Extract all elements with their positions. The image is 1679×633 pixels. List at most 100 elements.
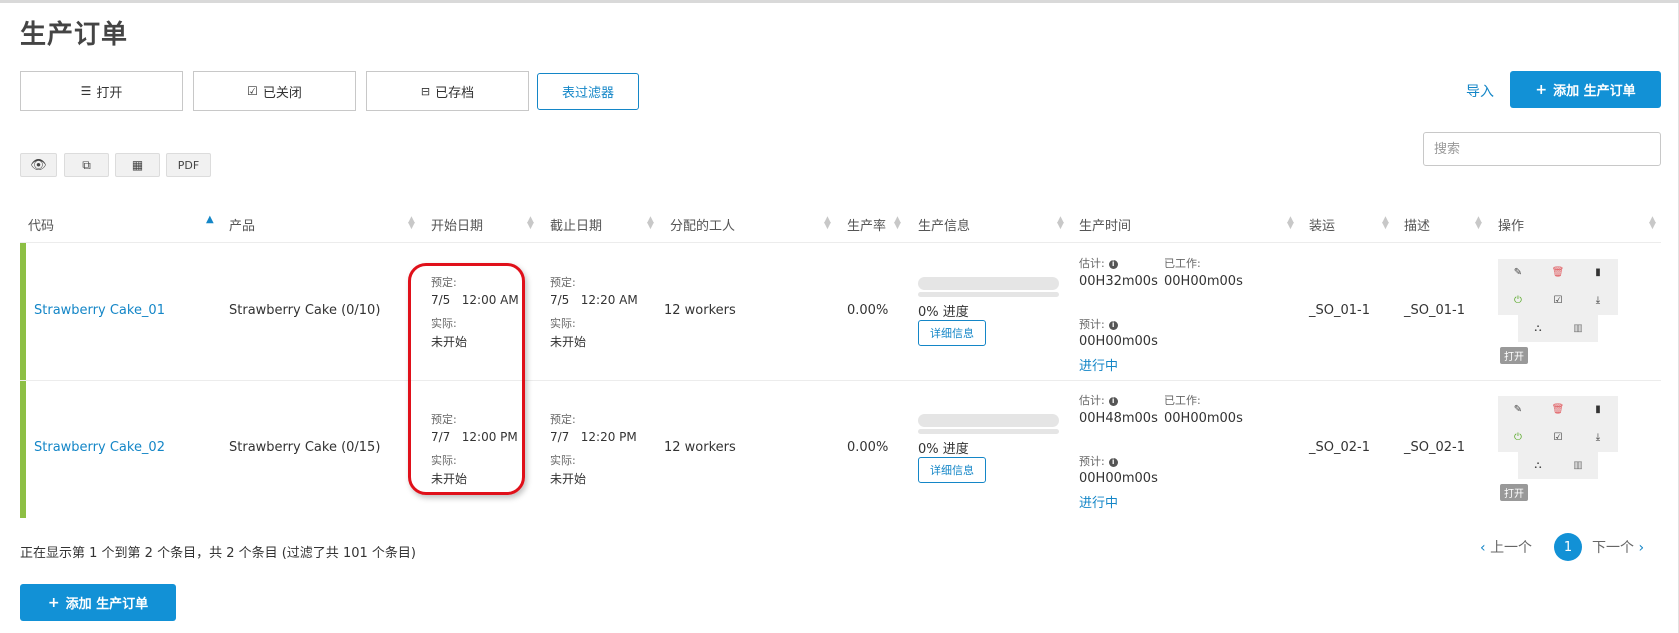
info-icon: i — [1108, 260, 1118, 269]
column-header-end-date[interactable]: 截止日期 — [550, 215, 602, 234]
workers-cell: 12 workers — [664, 440, 736, 455]
document-icon[interactable]: ▮ — [1578, 259, 1618, 286]
column-visibility-button[interactable]: 👁 — [20, 153, 57, 177]
estimated-label: 估计: i — [1079, 392, 1118, 408]
download-icon[interactable]: ⤓ — [1578, 424, 1618, 451]
column-header-rate[interactable]: 生产率 — [847, 215, 886, 234]
plus-icon: + — [1535, 81, 1548, 98]
column-header-workers[interactable]: 分配的工人 — [670, 215, 735, 234]
tab-closed[interactable]: ☑ 已关闭 — [193, 71, 356, 111]
worked-time: 00H00m00s — [1164, 411, 1243, 426]
forecast-label: 预计: i — [1079, 316, 1118, 332]
page-number-button[interactable]: 1 — [1554, 533, 1582, 561]
check-icon[interactable]: ☑ — [1538, 287, 1578, 314]
prev-page-link[interactable]: ‹ 上一个 — [1480, 537, 1532, 557]
end-planned-time: 12:20 PM — [580, 430, 637, 444]
product-cell: Strawberry Cake (0/15) — [229, 440, 381, 455]
plus-icon: + — [47, 594, 60, 611]
next-page-label: 下一个 — [1592, 540, 1634, 556]
page-title: 生产订单 — [20, 20, 129, 50]
sort-icon[interactable]: ▲ ▼ — [1057, 216, 1064, 231]
tab-open[interactable]: ☰ 打开 — [20, 71, 183, 111]
forecast-time: 00H00m00s — [1079, 471, 1158, 486]
row-status-bar — [20, 381, 26, 518]
description-cell: _SO_02-1 — [1404, 440, 1465, 455]
delete-icon[interactable]: 🗑 — [1538, 396, 1578, 423]
sort-icon[interactable]: ▲ ▼ — [894, 216, 901, 231]
progress-bar — [918, 277, 1059, 290]
copy-button[interactable]: ⧉ — [64, 153, 109, 177]
sort-icon[interactable]: ▲ ▼ — [1287, 216, 1294, 231]
progress-suffix: 进度 — [942, 442, 969, 457]
rate-cell: 0.00% — [847, 440, 889, 455]
sort-icon[interactable]: ▲ ▼ — [408, 216, 415, 231]
top-border — [0, 0, 1679, 3]
planned-label: 预定: — [550, 276, 576, 289]
tab-archived[interactable]: ⊟ 已存档 — [366, 71, 529, 111]
tab-open-label: 打开 — [96, 85, 123, 101]
column-header-production-info[interactable]: 生产信息 — [918, 215, 970, 234]
chevron-left-icon: ‹ — [1480, 540, 1486, 556]
sort-icon[interactable]: ▲ ▼ — [647, 216, 654, 231]
excel-export-button[interactable]: ▦ — [115, 153, 160, 177]
chevron-right-icon: › — [1638, 540, 1645, 556]
power-icon[interactable]: ⏻ — [1498, 424, 1538, 451]
power-icon[interactable]: ⏻ — [1498, 287, 1538, 314]
order-code-link[interactable]: Strawberry Cake_01 — [34, 303, 165, 318]
info-icon: i — [1108, 321, 1118, 330]
copy-icon: ⧉ — [82, 157, 91, 172]
column-header-code[interactable]: 代码 — [28, 215, 54, 234]
edit-icon[interactable]: ✎ — [1498, 259, 1538, 286]
actual-label: 实际: — [550, 454, 576, 467]
order-code-link[interactable]: Strawberry Cake_02 — [34, 440, 165, 455]
import-link[interactable]: 导入 — [1466, 81, 1494, 101]
sort-icon[interactable]: ▲ ▼ — [1649, 216, 1656, 231]
delete-icon[interactable]: 🗑 — [1538, 259, 1578, 286]
estimated-label-text: 估计: — [1079, 257, 1105, 270]
add-production-order-button-bottom[interactable]: + 添加 生产订单 — [20, 584, 176, 621]
pdf-export-button[interactable]: PDF — [166, 153, 211, 177]
worked-time: 00H00m00s — [1164, 274, 1243, 289]
details-button[interactable]: 详细信息 — [918, 320, 986, 346]
list-icon: ☰ — [80, 84, 92, 98]
edit-icon[interactable]: ✎ — [1498, 396, 1538, 423]
status-badge: 打开 — [1500, 347, 1528, 364]
column-header-shipping[interactable]: 装运 — [1309, 215, 1335, 234]
progress-suffix: 进度 — [942, 305, 969, 320]
sort-icon[interactable]: ▲ ▼ — [1475, 216, 1482, 231]
download-icon[interactable]: ⤓ — [1578, 287, 1618, 314]
divider — [20, 380, 1661, 381]
sort-icon[interactable]: ▲ ▼ — [1382, 216, 1389, 231]
add-button-label: 添加 生产订单 — [1553, 84, 1636, 99]
next-page-link[interactable]: 下一个 › — [1592, 537, 1644, 557]
hierarchy-icon[interactable]: ⛬ — [1518, 452, 1558, 479]
sort-icon[interactable]: ▲ ▼ — [824, 216, 831, 231]
table-filter-button[interactable]: 表过滤器 — [537, 73, 639, 110]
document-icon[interactable]: ▮ — [1578, 396, 1618, 423]
estimated-label: 估计: i — [1079, 255, 1118, 271]
sort-asc-icon[interactable]: ▲ — [206, 215, 214, 225]
column-header-description[interactable]: 描述 — [1404, 215, 1430, 234]
product-cell: Strawberry Cake (0/10) — [229, 303, 381, 318]
check-square-icon: ☑ — [247, 84, 258, 98]
end-planned: 7/5 12:20 AM — [550, 293, 638, 307]
check-icon[interactable]: ☑ — [1538, 424, 1578, 451]
barcode-icon[interactable]: ▥ — [1558, 452, 1598, 479]
barcode-icon[interactable]: ▥ — [1558, 315, 1598, 342]
details-button[interactable]: 详细信息 — [918, 457, 986, 483]
progress-text: 0% 进度 — [918, 301, 969, 320]
add-production-order-button[interactable]: + 添加 生产订单 — [1510, 71, 1661, 108]
column-header-product[interactable]: 产品 — [229, 215, 255, 234]
hierarchy-icon[interactable]: ⛬ — [1518, 315, 1558, 342]
column-header-start-date[interactable]: 开始日期 — [431, 215, 483, 234]
worked-label: 已工作: — [1164, 394, 1201, 407]
progress-value: 0% — [918, 305, 939, 320]
rate-cell: 0.00% — [847, 303, 889, 318]
estimated-label-text: 估计: — [1079, 394, 1105, 407]
column-header-production-time[interactable]: 生产时间 — [1079, 215, 1131, 234]
sort-icon[interactable]: ▲ ▼ — [527, 216, 534, 231]
forecast-time: 00H00m00s — [1079, 334, 1158, 349]
end-planned-date: 7/5 — [550, 293, 570, 307]
end-planned: 7/7 12:20 PM — [550, 430, 637, 444]
search-input[interactable] — [1423, 132, 1661, 166]
